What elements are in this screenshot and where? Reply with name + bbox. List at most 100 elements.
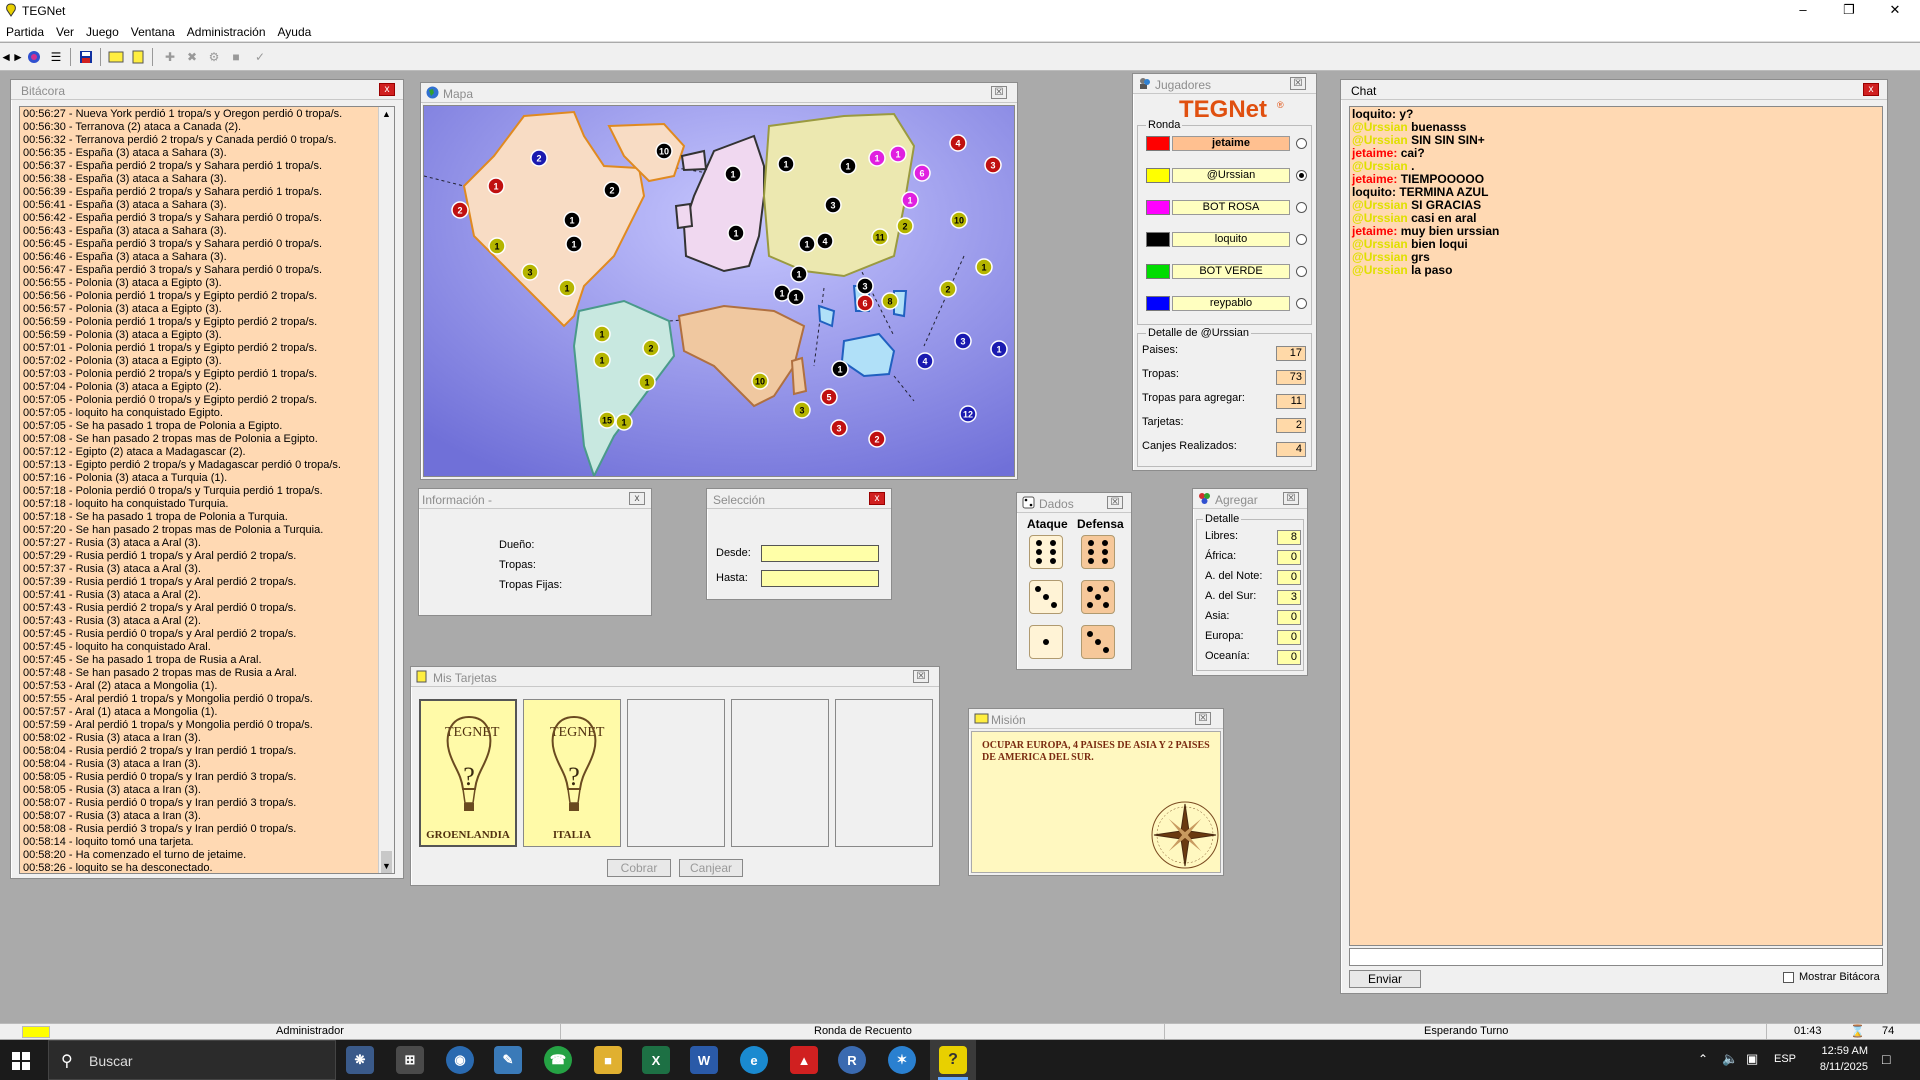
- mapa-close-button[interactable]: ☒: [991, 86, 1007, 99]
- mostrar-bitacora-label: Mostrar Bitácora: [1799, 971, 1880, 983]
- canjear-button[interactable]: Canjear: [679, 859, 743, 877]
- status-phase: Ronda de Recuento: [814, 1025, 912, 1037]
- map-canvas[interactable]: 21012211131121115 111 1131141 131 1614310211…: [424, 106, 1015, 477]
- card-icon: [416, 670, 429, 683]
- scroll-up-icon[interactable]: ▲: [382, 109, 391, 119]
- mision-close-button[interactable]: ☒: [1195, 712, 1211, 725]
- add-icon[interactable]: ✚: [160, 47, 180, 67]
- word-icon[interactable]: W: [690, 1046, 718, 1074]
- agregar-close-button[interactable]: ☒: [1283, 492, 1299, 505]
- tarjetas-close-button[interactable]: ☒: [913, 670, 929, 683]
- whatsapp-icon[interactable]: ☎: [544, 1046, 572, 1074]
- chat-input[interactable]: [1349, 948, 1883, 966]
- taskbar-time[interactable]: 12:59 AM: [1814, 1045, 1868, 1057]
- player-name[interactable]: reypablo: [1172, 296, 1290, 311]
- army-count: 1: [783, 160, 788, 170]
- agregar-value: 0: [1277, 630, 1301, 645]
- log-line: 00:57:05 - Se ha pasado 1 tropa de Polon…: [23, 420, 283, 432]
- log-line: 00:56:39 - España perdió 2 tropa/s y Sah…: [23, 186, 323, 198]
- app-icon[interactable]: ◉: [446, 1046, 474, 1074]
- calculator-icon[interactable]: ⊞: [396, 1046, 424, 1074]
- enviar-button[interactable]: Enviar: [1349, 970, 1421, 988]
- mapa-title-bar: Mapa ☒: [421, 83, 1017, 103]
- scroll-down-icon[interactable]: ▼: [382, 861, 391, 871]
- desde-field[interactable]: [761, 545, 879, 562]
- player-radio[interactable]: [1296, 170, 1307, 181]
- card-country-name: GROENLANDIA: [426, 829, 510, 841]
- tegnet-taskbar-item[interactable]: ?: [930, 1040, 976, 1080]
- network-icon[interactable]: ▣: [1746, 1051, 1758, 1067]
- excel-icon[interactable]: X: [642, 1046, 670, 1074]
- check-icon[interactable]: ✓: [250, 47, 270, 67]
- world-map[interactable]: 2 10 1 2 2 1 1 1 3 1 1 2 1 1 15 1 1 1 1 1 3 1 1 4 1 1 3 1 1 6 1 4 3 10 2 11…: [423, 105, 1015, 477]
- notifications-icon[interactable]: □: [1882, 1051, 1890, 1067]
- edge-icon[interactable]: e: [740, 1046, 768, 1074]
- player-radio[interactable]: [1296, 266, 1307, 277]
- bitacora-scrollbar[interactable]: ▲ ▼: [378, 107, 394, 873]
- maximize-button[interactable]: ❐: [1826, 0, 1872, 22]
- die-pip: [1087, 586, 1093, 592]
- log-line: 00:57:45 - Rusia perdió 0 tropa/s y Aral…: [23, 628, 297, 640]
- chat-close-button[interactable]: x: [1863, 83, 1879, 96]
- chevron-up-icon[interactable]: ⌃: [1698, 1052, 1708, 1066]
- close-button[interactable]: ✕: [1872, 0, 1918, 22]
- bitacora-log: 00:56:27 - Nueva York perdió 1 tropa/s y…: [19, 106, 395, 874]
- player-name[interactable]: loquito: [1172, 232, 1290, 247]
- list-icon[interactable]: ☰: [46, 47, 66, 67]
- player-radio[interactable]: [1296, 234, 1307, 245]
- log-line: 00:56:43 - España (3) ataca a Sahara (3)…: [23, 225, 227, 237]
- player-name[interactable]: jetaime: [1172, 136, 1290, 151]
- volume-icon[interactable]: 🔈: [1722, 1051, 1738, 1067]
- informacion-close-button[interactable]: x: [629, 492, 645, 505]
- player-radio[interactable]: [1296, 298, 1307, 309]
- stat-label: Canjes Realizados:: [1142, 440, 1237, 452]
- army-count: 1: [599, 330, 604, 340]
- gear-icon[interactable]: ⚙: [204, 47, 224, 67]
- player-name[interactable]: BOT VERDE: [1172, 264, 1290, 279]
- app-icon[interactable]: ✶: [888, 1046, 916, 1074]
- connect-icon[interactable]: ◄►: [0, 47, 24, 67]
- bitacora-close-button[interactable]: x: [379, 83, 395, 96]
- card-slot-empty: [731, 699, 829, 847]
- r-icon[interactable]: R: [838, 1046, 866, 1074]
- menu-administracion[interactable]: Administración: [181, 22, 272, 39]
- remove-icon[interactable]: ✖: [182, 47, 202, 67]
- card-groenlandia[interactable]: TEGNET ? GROENLANDIA: [419, 699, 517, 847]
- cobrar-button[interactable]: Cobrar: [607, 859, 671, 877]
- notepad-icon[interactable]: ✎: [494, 1046, 522, 1074]
- menu-partida[interactable]: Partida: [0, 22, 50, 39]
- card-italia[interactable]: TEGNET ? ITALIA: [523, 699, 621, 847]
- menu-juego[interactable]: Juego: [80, 22, 125, 39]
- note-icon[interactable]: [128, 47, 148, 67]
- taskview-icon[interactable]: ❋: [346, 1046, 374, 1074]
- player-name[interactable]: @Urssian: [1172, 168, 1290, 183]
- globe-icon[interactable]: [24, 47, 44, 67]
- save-icon[interactable]: [76, 47, 96, 67]
- army-count: 1: [621, 418, 626, 428]
- dados-close-button[interactable]: ☒: [1107, 496, 1123, 509]
- folder-icon[interactable]: ■: [594, 1046, 622, 1074]
- player-radio[interactable]: [1296, 202, 1307, 213]
- taskbar-date[interactable]: 8/11/2025: [1806, 1061, 1868, 1073]
- minimize-button[interactable]: –: [1780, 0, 1826, 22]
- jugadores-close-button[interactable]: ☒: [1290, 77, 1306, 90]
- hasta-field[interactable]: [761, 570, 879, 587]
- stop-icon[interactable]: ■: [226, 47, 246, 67]
- seleccion-close-button[interactable]: x: [869, 492, 885, 505]
- svg-text:?: ?: [568, 762, 580, 791]
- stat-label: Tarjetas:: [1142, 416, 1184, 428]
- card-icon[interactable]: [106, 47, 126, 67]
- player-radio[interactable]: [1296, 138, 1307, 149]
- log-line: 00:56:35 - España (3) ataca a Sahara (3)…: [23, 147, 227, 159]
- language-indicator[interactable]: ESP: [1774, 1053, 1796, 1065]
- taskbar-search[interactable]: ⚲ Buscar: [48, 1040, 336, 1080]
- player-name[interactable]: BOT ROSA: [1172, 200, 1290, 215]
- log-line: 00:58:26 - loquito se ha desconectado.: [23, 862, 213, 874]
- menu-ver[interactable]: Ver: [50, 22, 80, 39]
- pdf-icon[interactable]: ▲: [790, 1046, 818, 1074]
- windows-start-icon[interactable]: [12, 1052, 30, 1073]
- log-line: 00:57:01 - Polonia perdió 1 tropa/s y Eg…: [23, 342, 318, 354]
- menu-ventana[interactable]: Ventana: [125, 22, 181, 39]
- menu-ayuda[interactable]: Ayuda: [272, 22, 318, 39]
- mostrar-bitacora-checkbox[interactable]: [1783, 972, 1794, 983]
